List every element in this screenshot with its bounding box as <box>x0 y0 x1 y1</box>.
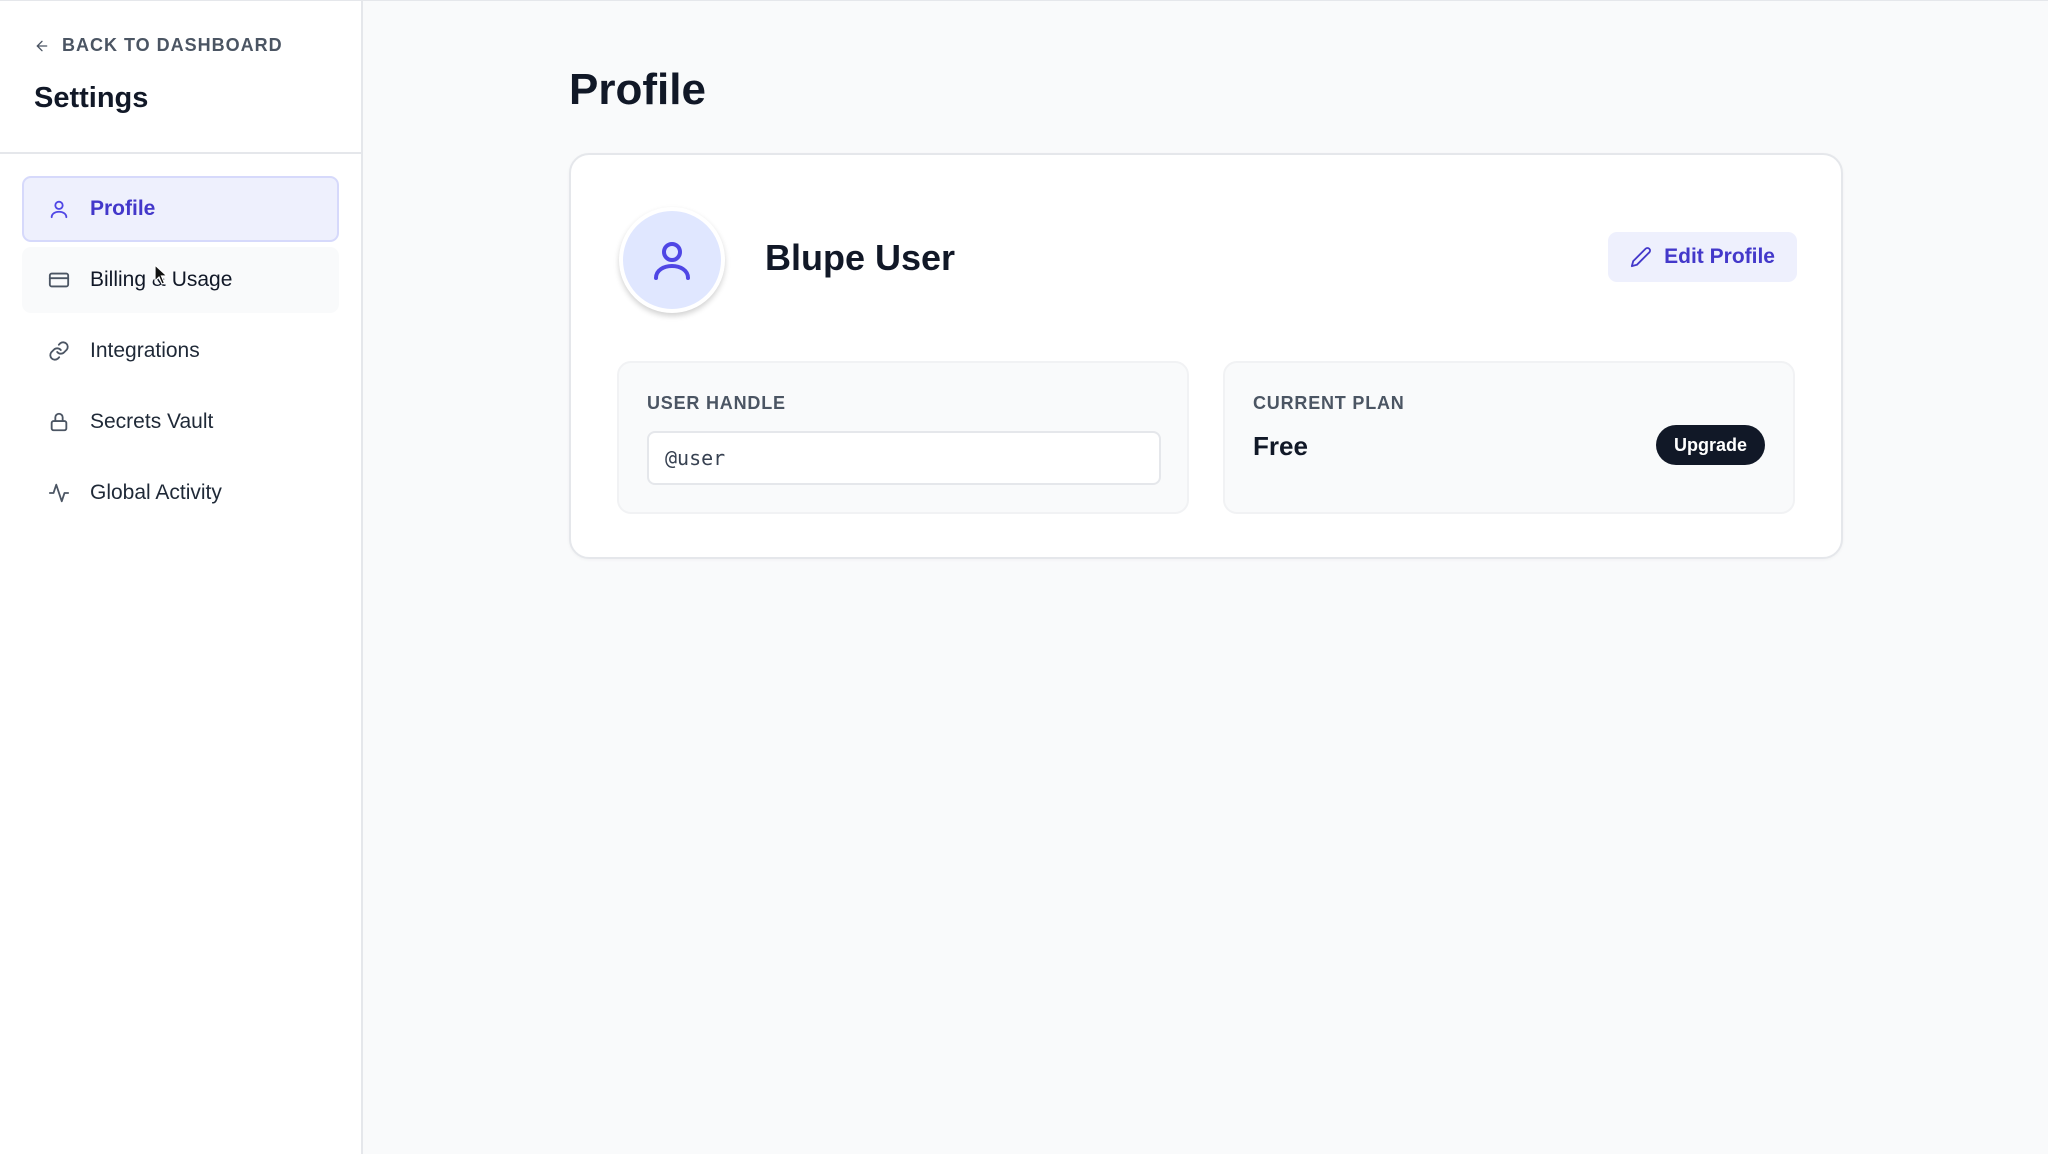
settings-title: Settings <box>34 82 149 114</box>
sidebar-item-billing[interactable]: Billing & Usage <box>22 247 339 313</box>
sidebar: BACK TO DASHBOARD Settings Profile Billi… <box>0 1 363 1154</box>
app: BACK TO DASHBOARD Settings Profile Billi… <box>0 0 2048 1154</box>
mouse-cursor-icon <box>154 264 168 285</box>
sidebar-item-secrets-vault[interactable]: Secrets Vault <box>22 389 339 455</box>
sidebar-item-label: Profile <box>90 197 156 220</box>
profile-card: Blupe User Edit Profile USER HANDLE CURR… <box>569 153 1843 559</box>
current-plan-value: Free <box>1253 431 1308 461</box>
user-icon <box>48 198 70 220</box>
sidebar-item-label: Integrations <box>90 339 200 362</box>
lock-icon <box>48 411 70 433</box>
upgrade-button[interactable]: Upgrade <box>1655 425 1765 465</box>
main-content: Profile Blupe User Edit Profile USER HAN… <box>363 1 2048 1154</box>
sidebar-item-label: Secrets Vault <box>90 410 214 433</box>
sidebar-header: BACK TO DASHBOARD Settings <box>0 1 361 154</box>
user-handle-label: USER HANDLE <box>647 393 786 413</box>
pencil-icon <box>1630 246 1652 268</box>
user-avatar-icon <box>648 236 696 284</box>
page-title: Profile <box>569 65 706 114</box>
user-handle-panel: USER HANDLE <box>617 361 1189 514</box>
edit-profile-label: Edit Profile <box>1664 245 1775 268</box>
avatar <box>619 207 725 313</box>
user-name: Blupe User <box>765 237 956 278</box>
link-icon <box>48 340 70 362</box>
sidebar-item-profile[interactable]: Profile <box>22 176 339 242</box>
activity-icon <box>48 482 70 504</box>
user-handle-input[interactable] <box>647 431 1161 485</box>
sidebar-item-integrations[interactable]: Integrations <box>22 318 339 384</box>
current-plan-label: CURRENT PLAN <box>1253 393 1405 413</box>
back-link-label: BACK TO DASHBOARD <box>62 35 283 55</box>
current-plan-panel: CURRENT PLAN Free Upgrade <box>1223 361 1795 514</box>
back-to-dashboard-link[interactable]: BACK TO DASHBOARD <box>34 35 327 56</box>
sidebar-item-label: Global Activity <box>90 481 222 504</box>
arrow-left-icon <box>34 38 50 54</box>
edit-profile-button[interactable]: Edit Profile <box>1608 232 1797 282</box>
sidebar-item-global-activity[interactable]: Global Activity <box>22 460 339 526</box>
credit-card-icon <box>48 269 70 291</box>
settings-nav: Profile Billing & Usage Integrations Sec… <box>0 154 361 553</box>
